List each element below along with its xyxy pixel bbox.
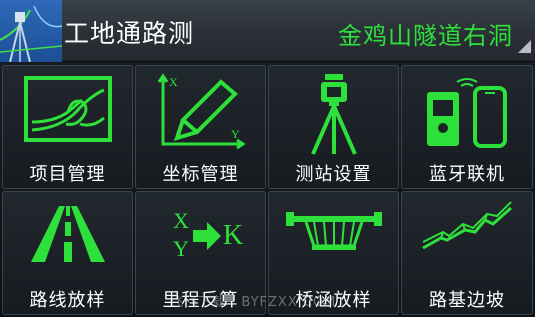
coordinate-pencil-icon: X Y [157,73,246,150]
tile-label: 测站设置 [295,164,372,185]
xy-to-k-icon: X Y K [173,208,243,261]
tile-label: 蓝牙联机 [429,164,505,185]
app-screen: 工地通路测 金鸡山隧道右洞 项目管理 X Y 坐标管理 测站设置 蓝牙联机 路线… [0,0,535,317]
x-label: X [173,208,189,233]
tile-label: 路线放样 [29,290,106,311]
tile-bluetooth-connect[interactable]: 蓝牙联机 [401,65,533,189]
tile-label: 坐标管理 [162,164,239,185]
slope-profile-icon [422,201,512,250]
k-label: K [223,220,243,251]
tripod-station-icon [310,74,357,155]
tile-coordinate-management[interactable]: X Y 坐标管理 [135,65,266,189]
axis-x-label: X [169,75,178,89]
dropdown-corner-icon[interactable] [518,40,531,53]
tile-station-setup[interactable]: 测站设置 [268,65,399,189]
y-label: Y [173,236,189,261]
road-lane-icon [30,206,105,262]
current-project-selector[interactable]: 金鸡山隧道右洞 [338,16,513,51]
app-title: 工地通路测 [64,19,195,48]
tile-route-stakeout[interactable]: 路线放样 [2,191,133,315]
project-curve-icon [23,76,112,142]
tile-project-management[interactable]: 项目管理 [2,65,133,189]
function-grid: 项目管理 X Y 坐标管理 测站设置 蓝牙联机 路线放样 X Y K 里程反算 … [0,63,535,317]
bridge-icon [285,212,382,250]
axis-y-label: Y [231,127,240,141]
tile-label: 路基边坡 [429,290,505,311]
header-bar: 工地通路测 金鸡山隧道右洞 [0,0,535,62]
watermark-text: 飞飞下载 · BYFZXX.COM [170,295,337,310]
bluetooth-devices-icon [427,78,507,148]
tile-subgrade-slope[interactable]: 路基边坡 [401,191,533,315]
tile-label: 项目管理 [29,164,106,185]
app-logo-icon [0,0,62,62]
